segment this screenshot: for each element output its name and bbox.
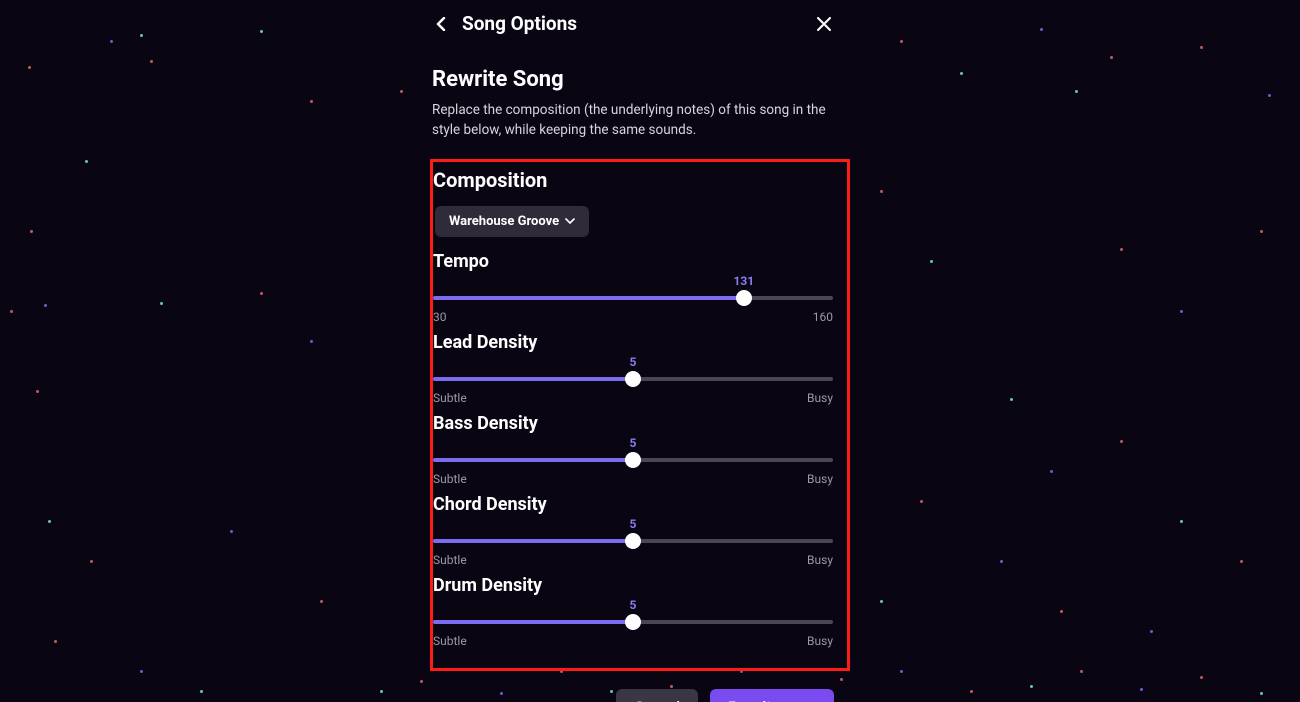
leadDensity-slider-block: Lead Density 5 Subtle Busy bbox=[433, 332, 833, 405]
bassDensity-max-label: Busy bbox=[807, 472, 833, 486]
modal-title: Song Options bbox=[462, 12, 577, 35]
bassDensity-slider[interactable]: 5 bbox=[433, 450, 833, 470]
chordDensity-min-label: Subtle bbox=[433, 553, 467, 567]
bassDensity-slider-block: Bass Density 5 Subtle Busy bbox=[433, 413, 833, 486]
drumDensity-fill bbox=[433, 620, 633, 624]
chordDensity-max-label: Busy bbox=[807, 553, 833, 567]
drumDensity-thumb[interactable] bbox=[625, 614, 641, 630]
chevron-left-icon bbox=[436, 17, 448, 31]
leadDensity-thumb[interactable] bbox=[625, 371, 641, 387]
modal-header: Song Options bbox=[432, 8, 834, 47]
bassDensity-value: 5 bbox=[630, 436, 637, 450]
composition-selected: Warehouse Groove bbox=[449, 214, 559, 229]
bassDensity-range: Subtle Busy bbox=[433, 472, 833, 486]
leadDensity-max-label: Busy bbox=[807, 391, 833, 405]
chordDensity-thumb[interactable] bbox=[625, 533, 641, 549]
close-icon bbox=[817, 17, 831, 31]
drumDensity-slider[interactable]: 5 bbox=[433, 612, 833, 632]
leadDensity-value: 5 bbox=[630, 355, 637, 369]
tempo-range: 30 160 bbox=[433, 310, 833, 324]
tempo-value: 131 bbox=[733, 274, 754, 288]
tempo-slider-block: Tempo 131 30 160 bbox=[433, 251, 833, 324]
drumDensity-value: 5 bbox=[630, 598, 637, 612]
bassDensity-label: Bass Density bbox=[433, 413, 833, 434]
tempo-max-label: 160 bbox=[813, 310, 833, 324]
composition-label: Composition bbox=[433, 168, 833, 192]
bassDensity-min-label: Subtle bbox=[433, 472, 467, 486]
leadDensity-range: Subtle Busy bbox=[433, 391, 833, 405]
leadDensity-min-label: Subtle bbox=[433, 391, 467, 405]
leadDensity-slider[interactable]: 5 bbox=[433, 369, 833, 389]
tempo-min-label: 30 bbox=[433, 310, 447, 324]
composition-dropdown[interactable]: Warehouse Groove bbox=[435, 206, 589, 237]
chevron-down-icon bbox=[565, 217, 575, 225]
chordDensity-label: Chord Density bbox=[433, 494, 833, 515]
tempo-fill bbox=[433, 296, 744, 300]
leadDensity-fill bbox=[433, 377, 633, 381]
composition-panel: Composition Warehouse Groove Tempo 131 30 1… bbox=[430, 159, 850, 671]
tempo-thumb[interactable] bbox=[736, 290, 752, 306]
bassDensity-thumb[interactable] bbox=[625, 452, 641, 468]
tempo-label: Tempo bbox=[433, 251, 833, 272]
chordDensity-slider[interactable]: 5 bbox=[433, 531, 833, 551]
chordDensity-range: Subtle Busy bbox=[433, 553, 833, 567]
rewrite-description: Replace the composition (the underlying … bbox=[432, 100, 834, 141]
back-button[interactable] bbox=[432, 14, 452, 34]
leadDensity-label: Lead Density bbox=[433, 332, 833, 353]
tempo-slider[interactable]: 131 bbox=[433, 288, 833, 308]
rewrite-song-button[interactable]: Rewrite song bbox=[710, 689, 834, 702]
chordDensity-slider-block: Chord Density 5 Subtle Busy bbox=[433, 494, 833, 567]
rewrite-title: Rewrite Song bbox=[432, 67, 834, 92]
drumDensity-slider-block: Drum Density 5 Subtle Busy bbox=[433, 575, 833, 648]
drumDensity-min-label: Subtle bbox=[433, 634, 467, 648]
drumDensity-label: Drum Density bbox=[433, 575, 833, 596]
chordDensity-value: 5 bbox=[630, 517, 637, 531]
close-button[interactable] bbox=[814, 14, 834, 34]
chordDensity-fill bbox=[433, 539, 633, 543]
cancel-button[interactable]: Cancel bbox=[616, 689, 698, 702]
bassDensity-fill bbox=[433, 458, 633, 462]
drumDensity-max-label: Busy bbox=[807, 634, 833, 648]
modal-footer: Cancel Rewrite song bbox=[432, 689, 834, 702]
drumDensity-range: Subtle Busy bbox=[433, 634, 833, 648]
song-options-modal: Song Options Rewrite Song Replace the co… bbox=[432, 8, 834, 702]
